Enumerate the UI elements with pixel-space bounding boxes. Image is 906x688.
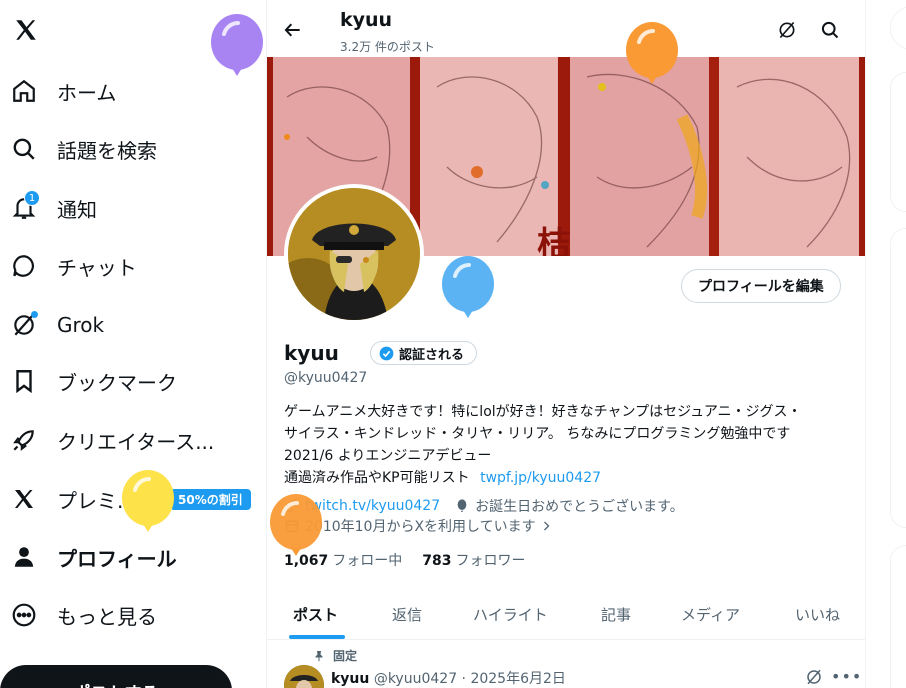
bio-link[interactable]: twpf.jp/kyuu0427: [480, 470, 601, 486]
person-icon: [10, 543, 38, 571]
balloon-decoration: [210, 14, 264, 86]
nav-creator-studio[interactable]: クリエイタース...: [0, 415, 250, 465]
x-logo-icon: [10, 485, 38, 513]
grok-icon[interactable]: [777, 20, 797, 44]
tab-media[interactable]: メディア: [681, 588, 740, 640]
balloon-icon: [457, 499, 467, 512]
pinned-indicator: 固定: [313, 647, 357, 664]
home-icon: [10, 77, 38, 105]
grok-new-dot: [31, 311, 38, 318]
right-card: [890, 228, 906, 528]
x-logo-icon[interactable]: [10, 14, 42, 46]
notification-badge: 1: [24, 190, 40, 206]
following-label: フォロー中: [332, 553, 403, 569]
verified-badge-icon: [379, 346, 394, 360]
nav-chat-label: チャット: [57, 255, 137, 280]
premium-discount-badge: 50%の割引: [170, 489, 251, 510]
nav-notifications[interactable]: 1 通知: [0, 183, 250, 233]
more-options-icon[interactable]: •••: [831, 667, 862, 686]
tab-likes[interactable]: いいね: [795, 588, 840, 640]
website-link[interactable]: twitch.tv/kyuu0427: [305, 498, 440, 514]
get-verified-label: 認証される: [399, 347, 465, 363]
right-card: [890, 72, 906, 212]
chat-icon: [10, 252, 38, 280]
profile-handle: @kyuu0427: [284, 370, 368, 386]
balloon-decoration: [441, 256, 495, 328]
header-post-count: 3.2万 件のポスト: [340, 40, 435, 54]
header-name: kyuu: [340, 9, 393, 31]
chevron-right-icon: [543, 521, 550, 531]
bio-text: 通過済み作品やKP可能リスト: [284, 470, 470, 486]
pinned-label: 固定: [333, 649, 358, 663]
followers-count: 783: [422, 553, 452, 569]
left-sidebar: ホーム 話題を検索 1 通知 チャット Grok ブックマーク クリエイタース.…: [0, 0, 266, 688]
tab-posts[interactable]: ポスト: [293, 588, 338, 640]
right-sidebar: [866, 0, 906, 688]
post-button[interactable]: ポストする: [0, 665, 232, 688]
tweet-meta: @kyuu0427 · 2025年6月2日: [373, 671, 566, 687]
bell-icon: 1: [10, 190, 40, 222]
bookmark-icon: [10, 367, 38, 395]
bio-line: サイラス・キンドレッド・タリヤ・リリア。 ちなみにプログラミング勉強中です: [284, 426, 791, 442]
tab-articles[interactable]: 記事: [601, 588, 631, 640]
active-tab-indicator: [289, 635, 345, 639]
profile-column: 桔 kyuu 3.2万 件のポスト プロフィールを編集 kyuu 認証される @…: [266, 0, 866, 688]
balloon-decoration: [625, 22, 679, 94]
bio-line: 2021/6 よりエンジニアデビュー: [284, 448, 492, 464]
profile-joined-row[interactable]: 2010年10月からXを利用しています: [284, 516, 557, 536]
svg-text:桔: 桔: [537, 225, 571, 256]
display-name: kyuu: [284, 341, 339, 365]
nav-bookmarks-label: ブックマーク: [57, 370, 177, 395]
nav-explore-label: 話題を検索: [57, 138, 157, 163]
grok-icon: [10, 311, 38, 339]
bio-line: 通過済み作品やKP可能リスト twpf.jp/kyuu0427: [284, 467, 859, 489]
followers-link[interactable]: 783 フォロワー: [422, 550, 525, 570]
followers-label: フォロワー: [455, 553, 526, 569]
rocket-icon: [10, 426, 38, 454]
nav-home-label: ホーム: [57, 80, 117, 105]
right-search-box[interactable]: [890, 6, 906, 50]
balloon-decoration: [269, 494, 323, 566]
get-verified-button[interactable]: 認証される: [370, 341, 478, 365]
tab-highlights[interactable]: ハイライト: [473, 588, 548, 640]
nav-creator-studio-label: クリエイタース...: [57, 429, 215, 454]
tab-replies[interactable]: 返信: [392, 588, 422, 640]
nav-explore[interactable]: 話題を検索: [0, 124, 250, 174]
back-arrow-icon[interactable]: [281, 18, 305, 42]
profile-avatar[interactable]: [284, 184, 424, 324]
nav-notifications-label: 通知: [57, 197, 97, 222]
joined-text: 2010年10月からXを利用しています: [305, 519, 536, 535]
edit-profile-button[interactable]: プロフィールを編集: [681, 269, 841, 303]
profile-tabs: ポスト 返信 ハイライト 記事 メディア いいね: [267, 588, 865, 640]
profile-header-bar: kyuu 3.2万 件のポスト: [267, 0, 865, 57]
tweet-avatar[interactable]: [284, 665, 324, 688]
search-icon[interactable]: [820, 20, 840, 44]
nav-bookmarks[interactable]: ブックマーク: [0, 356, 250, 406]
tweet-author-name[interactable]: kyuu: [331, 671, 369, 687]
right-card: [890, 545, 906, 688]
nav-chat[interactable]: チャット: [0, 241, 250, 291]
nav-grok-label: Grok: [57, 313, 105, 337]
grok-icon[interactable]: [805, 668, 823, 688]
profile-bio: ゲームアニメ大好きです！特にlolが好き！好きなチャンプはセジュアニ・ジグス・ …: [284, 401, 859, 489]
pin-icon: [315, 650, 323, 661]
nav-more-label: もっと見る: [57, 604, 157, 629]
search-icon: [10, 135, 38, 163]
avatar-image: [288, 188, 420, 320]
nav-grok[interactable]: Grok: [0, 300, 250, 350]
nav-profile-label: プロフィール: [57, 546, 177, 571]
bio-line: ゲームアニメ大好きです！特にlolが好き！好きなチャンプはセジュアニ・ジグス・: [284, 404, 802, 420]
nav-more[interactable]: もっと見る: [0, 590, 250, 640]
profile-meta-row: twitch.tv/kyuu0427 お誕生日おめでとうございます。: [284, 496, 684, 516]
balloon-decoration: [121, 470, 175, 542]
more-circle-icon: [10, 601, 38, 629]
tweet-header: kyuu @kyuu0427 · 2025年6月2日: [331, 668, 566, 688]
birthday-text: お誕生日おめでとうございます。: [475, 499, 684, 515]
